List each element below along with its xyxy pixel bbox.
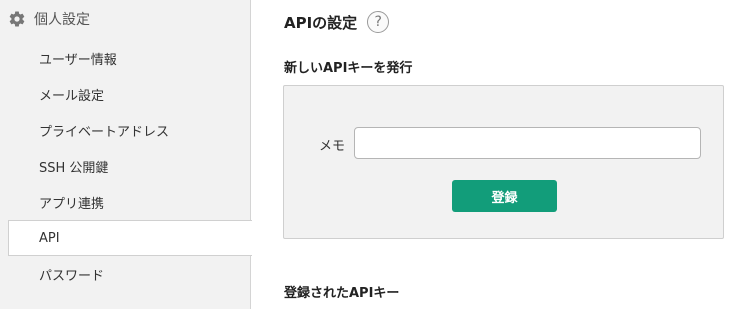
sidebar-item-user-info[interactable]: ユーザー情報 (0, 40, 251, 76)
sidebar-item-private-address[interactable]: プライベートアドレス (0, 112, 251, 148)
sidebar-item-label: プライベートアドレス (39, 124, 170, 140)
main-content: APIの設定 ? 新しいAPIキーを発行 メモ 登録 登録されたAPIキー (251, 0, 747, 309)
settings-sidebar: 個人設定 ユーザー情報 メール設定 プライベートアドレス SSH 公開鍵 アプリ… (0, 0, 252, 309)
page-title-row: APIの設定 ? (284, 11, 390, 33)
sidebar-item-label: SSH 公開鍵 (39, 160, 109, 176)
sidebar-item-label: パスワード (39, 268, 105, 284)
registered-api-keys-heading: 登録されたAPIキー (284, 286, 400, 301)
sidebar-item-label: アプリ連携 (39, 196, 105, 212)
sidebar-item-ssh-keys[interactable]: SSH 公開鍵 (0, 148, 251, 184)
settings-nav: ユーザー情報 メール設定 プライベートアドレス SSH 公開鍵 アプリ連携 AP… (0, 40, 252, 292)
new-api-key-form: メモ 登録 (283, 85, 724, 239)
sidebar-item-password[interactable]: パスワード (0, 256, 251, 292)
sidebar-header: 個人設定 (8, 9, 90, 29)
sidebar-item-api[interactable]: API (8, 220, 252, 256)
register-button[interactable]: 登録 (452, 180, 557, 212)
memo-label: メモ (319, 139, 346, 154)
sidebar-title: 個人設定 (34, 12, 90, 28)
sidebar-item-app-integration[interactable]: アプリ連携 (0, 184, 251, 220)
sidebar-item-mail-settings[interactable]: メール設定 (0, 76, 251, 112)
sidebar-item-label: メール設定 (39, 88, 105, 104)
sidebar-item-label: API (39, 230, 60, 246)
help-icon[interactable]: ? (367, 11, 390, 33)
gear-icon (9, 11, 25, 27)
memo-input[interactable] (354, 127, 701, 159)
sidebar-item-label: ユーザー情報 (39, 52, 117, 68)
app-root: 個人設定 ユーザー情報 メール設定 プライベートアドレス SSH 公開鍵 アプリ… (0, 0, 747, 309)
new-api-key-heading: 新しいAPIキーを発行 (284, 61, 413, 76)
page-title: APIの設定 (284, 13, 358, 32)
